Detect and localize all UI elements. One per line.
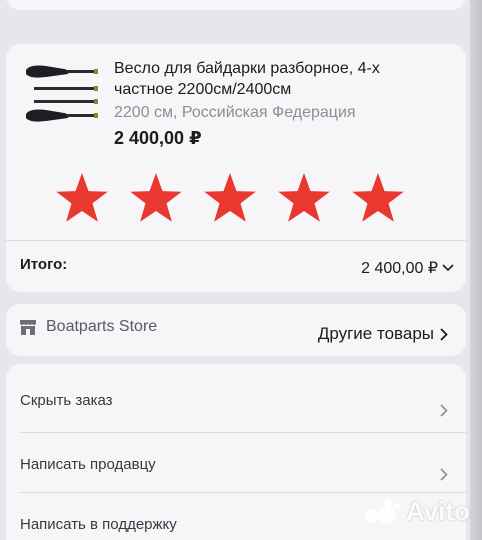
star-icon[interactable] [130,173,182,222]
previous-card-edge [6,0,466,10]
action-label: Написать продавцу [20,456,156,473]
store-name: Boatparts Store [46,318,158,335]
screen-edge [470,0,482,540]
product-title[interactable]: Весло для байдарки разборное, 4-х частно… [114,58,434,100]
total-value: 2 400,00 ₽ [361,260,438,277]
product-variant: 2200 см, Российская Федерация [114,104,356,121]
other-goods-link[interactable]: Другие товары [318,324,448,344]
star-icon[interactable] [204,173,256,222]
avito-watermark: Avito [364,496,470,527]
hide-order-button[interactable]: Скрыть заказ [6,370,466,428]
store-link[interactable]: Boatparts Store [18,318,157,336]
star-icon[interactable] [278,173,330,222]
action-label: Скрыть заказ [20,392,113,409]
star-icon[interactable] [352,173,404,222]
divider [20,492,466,493]
chevron-right-icon [440,468,448,481]
watermark-text: Avito [405,496,470,526]
divider [6,240,466,241]
chevron-right-icon [440,404,448,417]
product-price: 2 400,00 ₽ [114,128,202,148]
other-goods-label: Другие товары [317,324,434,343]
divider [20,432,466,433]
paddle-image[interactable] [20,60,102,128]
star-icon[interactable] [56,173,108,222]
total-toggle[interactable]: 2 400,00 ₽ [361,258,454,278]
chevron-down-icon [442,264,454,272]
order-item-card: Весло для байдарки разборное, 4-х частно… [6,44,466,292]
chevron-right-icon [440,327,448,341]
rating-stars[interactable] [46,170,426,226]
total-label: Итого: [20,256,68,273]
message-seller-button[interactable]: Написать продавцу [6,434,466,492]
store-icon [20,320,36,335]
action-label: Написать в поддержку [20,516,177,533]
store-card: Boatparts Store Другие товары [6,304,466,356]
avito-logo-icon [364,498,400,524]
